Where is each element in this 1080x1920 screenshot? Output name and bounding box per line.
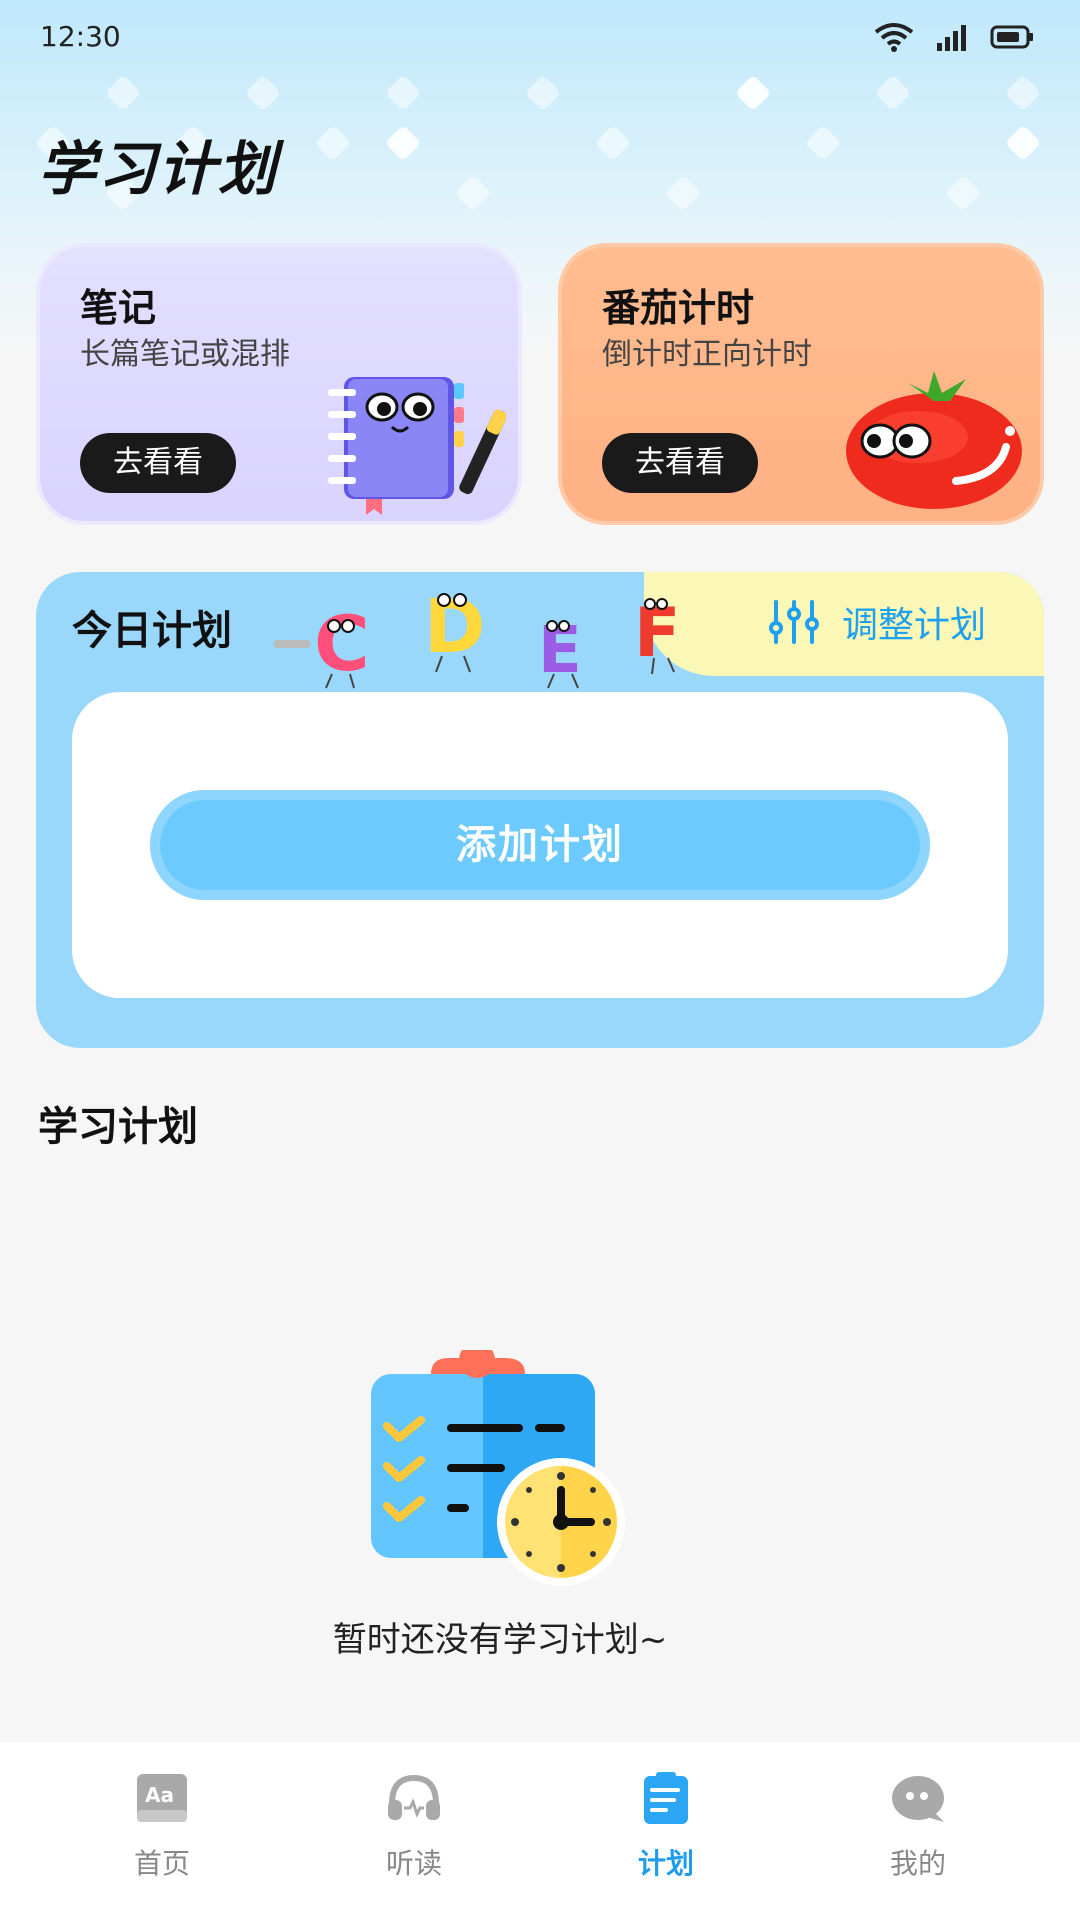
sliders-icon — [768, 600, 819, 644]
page-title: 学习计划 — [38, 135, 279, 203]
today-plan-content: 添加计划 — [72, 692, 1008, 998]
adjust-plan-label: 调整计划 — [841, 605, 986, 646]
nav-item-listen[interactable]: 听读 — [334, 1770, 494, 1882]
status-icons — [874, 22, 1034, 52]
battery-icon — [990, 25, 1033, 49]
tomato-view-button[interactable]: 去看看 — [602, 433, 758, 493]
add-plan-button[interactable]: 添加计划 — [150, 790, 930, 900]
letter-mascots: C D E F — [274, 584, 680, 689]
wifi-icon — [874, 23, 914, 52]
headphones-icon — [388, 1774, 440, 1820]
notebook-mascot-icon — [328, 377, 506, 515]
nav-label-profile: 我的 — [889, 1847, 946, 1880]
home-book-icon: Aa — [137, 1774, 187, 1822]
nav-item-plan[interactable]: 计划 — [586, 1770, 746, 1882]
plans-section-title: 学习计划 — [38, 1104, 198, 1150]
tomato-card-title: 番茄计时 — [602, 286, 755, 330]
nav-label-home: 首页 — [133, 1847, 190, 1880]
notes-view-button[interactable]: 去看看 — [80, 433, 236, 493]
svg-text:Aa: Aa — [145, 1783, 174, 1807]
nav-item-home[interactable]: Aa 首页 — [82, 1770, 242, 1882]
empty-plan-illustration — [371, 1350, 625, 1586]
today-plan-title: 今日计划 — [72, 608, 232, 654]
letter-c: C — [314, 599, 370, 688]
today-plan-panel: 今日计划 C D E F 调整计划 添加计划 — [36, 572, 1044, 1048]
nav-label-listen: 听读 — [385, 1847, 442, 1880]
empty-state-text: 暂时还没有学习计划~ — [332, 1620, 668, 1660]
tomato-mascot-icon — [846, 371, 1022, 509]
bottom-nav: Aa 首页 听读 计划 我的 — [0, 1742, 1080, 1920]
notes-card-subtitle: 长篇笔记或混排 — [80, 337, 290, 372]
adjust-plan-button[interactable]: 调整计划 — [768, 596, 986, 648]
signal-icon — [937, 25, 966, 51]
tomato-timer-card[interactable]: 番茄计时 倒计时正向计时 去看看 — [558, 243, 1044, 525]
profile-bubble-icon — [892, 1776, 944, 1822]
tomato-card-subtitle: 倒计时正向计时 — [602, 337, 812, 372]
notes-card[interactable]: 笔记 长篇笔记或混排 去看看 — [36, 243, 522, 525]
plan-clipboard-icon — [644, 1772, 688, 1824]
notes-card-title: 笔记 — [80, 286, 157, 330]
status-time: 12:30 — [40, 20, 121, 53]
nav-item-profile[interactable]: 我的 — [838, 1770, 998, 1882]
nav-label-plan: 计划 — [637, 1847, 694, 1880]
